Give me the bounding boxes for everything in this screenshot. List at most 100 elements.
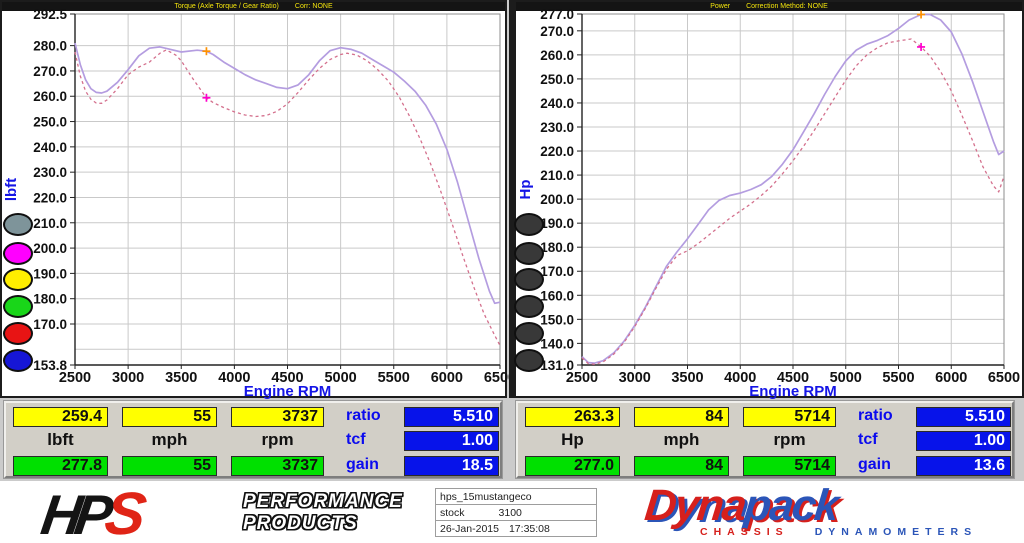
torque-chart[interactable]: 292.5280.0270.0260.0250.0240.0230.0220.0… bbox=[2, 11, 505, 396]
dynapack-subtitle: CHASSIS DYNAMOMETERS bbox=[700, 526, 977, 538]
gain-field[interactable]: 13.6 bbox=[916, 456, 1011, 476]
torque-cursor-value: 259.4 bbox=[13, 407, 108, 427]
channel-button-right-5[interactable] bbox=[514, 349, 544, 372]
gain-label: gain bbox=[346, 456, 400, 476]
channel-button-left-5[interactable] bbox=[3, 349, 33, 372]
power-peak-mph: 84 bbox=[634, 456, 729, 476]
svg-text:3500: 3500 bbox=[165, 370, 197, 386]
channel-button-left-2[interactable] bbox=[3, 268, 33, 291]
power-chart-panel: Power Correction Method: NONE 277.0270.0… bbox=[509, 0, 1024, 398]
svg-text:5500: 5500 bbox=[378, 370, 410, 386]
torque-unit-label: lbft bbox=[13, 431, 108, 451]
torque-cursor-rpm: 3737 bbox=[231, 407, 324, 427]
mph-unit-label: mph bbox=[122, 431, 217, 451]
hps-logo: HPS bbox=[37, 479, 144, 543]
power-y-axis-label: Hp bbox=[517, 180, 534, 200]
svg-text:240.0: 240.0 bbox=[33, 140, 67, 155]
hps-tagline: PERFORMANCE PRODUCTS bbox=[243, 491, 403, 535]
svg-text:6000: 6000 bbox=[935, 370, 967, 386]
hps-tagline-line2: PRODUCTS bbox=[243, 513, 403, 535]
svg-text:150.0: 150.0 bbox=[540, 312, 574, 327]
power-readout-panel: 263.3 84 5714 ratio 5.510 Hp mph rpm tcf… bbox=[516, 401, 1014, 478]
torque-cursor-mph: 55 bbox=[122, 407, 217, 427]
svg-text:6000: 6000 bbox=[431, 370, 463, 386]
tcf-field[interactable]: 1.00 bbox=[404, 431, 499, 451]
run-info-box: hps_15mustangeco stock3100 26-Jan-201517… bbox=[435, 489, 597, 537]
power-cursor-value: 263.3 bbox=[525, 407, 620, 427]
rpm-unit-label: rpm bbox=[743, 431, 836, 451]
run-name: hps_15mustangeco bbox=[440, 490, 532, 503]
svg-text:250.0: 250.0 bbox=[33, 115, 67, 130]
svg-text:170.0: 170.0 bbox=[33, 317, 67, 332]
torque-peak-rpm: 3737 bbox=[231, 456, 324, 476]
channel-button-right-4[interactable] bbox=[514, 322, 544, 345]
svg-text:190.0: 190.0 bbox=[540, 216, 574, 231]
dynapack-chassis-text: CHASSIS bbox=[700, 526, 789, 538]
channel-button-left-3[interactable] bbox=[3, 295, 33, 318]
timestamp-field: 26-Jan-201517:35:08 bbox=[435, 520, 597, 537]
tcf-field[interactable]: 1.00 bbox=[916, 431, 1011, 451]
power-cursor-mph: 84 bbox=[634, 407, 729, 427]
svg-text:190.0: 190.0 bbox=[33, 266, 67, 281]
torque-chart-panel: Torque (Axle Torque / Gear Ratio) Corr: … bbox=[0, 0, 507, 398]
svg-text:3000: 3000 bbox=[619, 370, 651, 386]
torque-cursor-marker-0[interactable] bbox=[202, 47, 210, 55]
svg-text:6500: 6500 bbox=[988, 370, 1020, 386]
svg-text:2500: 2500 bbox=[566, 370, 598, 386]
svg-text:220.0: 220.0 bbox=[540, 144, 574, 159]
svg-text:2500: 2500 bbox=[59, 370, 91, 386]
power-chart[interactable]: 277.0270.0260.0250.0240.0230.0220.0210.0… bbox=[516, 11, 1022, 396]
power-unit-label: Hp bbox=[525, 431, 620, 451]
hps-tagline-line1: PERFORMANCE bbox=[243, 491, 403, 513]
power-peak-value: 277.0 bbox=[525, 456, 620, 476]
svg-text:3000: 3000 bbox=[112, 370, 144, 386]
dynapack-logo-dyna: Dyna bbox=[642, 481, 747, 530]
ratio-field[interactable]: 5.510 bbox=[916, 407, 1011, 427]
svg-text:3500: 3500 bbox=[671, 370, 703, 386]
svg-text:230.0: 230.0 bbox=[33, 165, 67, 180]
channel-button-right-3[interactable] bbox=[514, 295, 544, 318]
svg-text:277.0: 277.0 bbox=[540, 7, 574, 22]
ratio-label: ratio bbox=[346, 407, 400, 427]
svg-text:260.0: 260.0 bbox=[33, 89, 67, 104]
svg-text:250.0: 250.0 bbox=[540, 72, 574, 87]
svg-text:270.0: 270.0 bbox=[540, 24, 574, 39]
channel-button-right-2[interactable] bbox=[514, 268, 544, 291]
torque-title-bar: Torque (Axle Torque / Gear Ratio) Corr: … bbox=[2, 2, 505, 11]
torque-y-axis-label: lbft bbox=[3, 178, 20, 201]
gain-field[interactable]: 18.5 bbox=[404, 456, 499, 476]
dynapack-logo: Dynapack bbox=[642, 481, 839, 531]
channel-button-right-0[interactable] bbox=[514, 213, 544, 236]
svg-text:270.0: 270.0 bbox=[33, 64, 67, 79]
svg-text:140.0: 140.0 bbox=[540, 336, 574, 351]
svg-text:180.0: 180.0 bbox=[540, 240, 574, 255]
power-peak-rpm: 5714 bbox=[743, 456, 836, 476]
torque-title: Torque (Axle Torque / Gear Ratio) bbox=[174, 2, 279, 11]
comparison-field[interactable]: stock3100 bbox=[435, 504, 597, 521]
torque-readout-panel: 259.4 55 3737 ratio 5.510 lbft mph rpm t… bbox=[4, 401, 502, 478]
power-cursor-marker-0[interactable] bbox=[917, 10, 925, 18]
svg-text:292.5: 292.5 bbox=[33, 7, 67, 22]
ratio-field[interactable]: 5.510 bbox=[404, 407, 499, 427]
channel-button-right-1[interactable] bbox=[514, 242, 544, 265]
gain-label: gain bbox=[858, 456, 912, 476]
power-cursor-rpm: 5714 bbox=[743, 407, 836, 427]
channel-button-left-0[interactable] bbox=[3, 213, 33, 236]
svg-text:180.0: 180.0 bbox=[33, 292, 67, 307]
svg-text:5500: 5500 bbox=[882, 370, 914, 386]
run-date: 26-Jan-2015 bbox=[440, 522, 499, 535]
power-correction: Correction Method: NONE bbox=[746, 2, 828, 11]
mph-unit-label: mph bbox=[634, 431, 729, 451]
power-x-axis-label: Engine RPM bbox=[749, 383, 837, 400]
channel-button-left-1[interactable] bbox=[3, 242, 33, 265]
hps-logo-hp: HP bbox=[37, 483, 110, 543]
svg-text:160.0: 160.0 bbox=[540, 288, 574, 303]
run-name-field[interactable]: hps_15mustangeco bbox=[435, 488, 597, 505]
channel-button-left-4[interactable] bbox=[3, 322, 33, 345]
torque-x-axis-label: Engine RPM bbox=[244, 383, 332, 400]
torque-peak-value: 277.8 bbox=[13, 456, 108, 476]
dynapack-dynamometers-text: DYNAMOMETERS bbox=[815, 526, 977, 538]
svg-text:200.0: 200.0 bbox=[33, 241, 67, 256]
torque-peak-mph: 55 bbox=[122, 456, 217, 476]
torque-correction: Corr: NONE bbox=[295, 2, 333, 11]
